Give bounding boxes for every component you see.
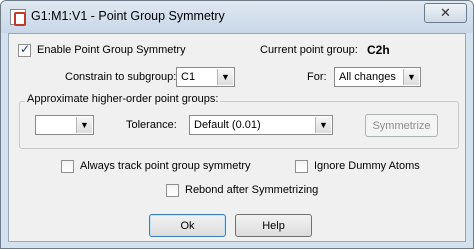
dialog-window: G1:M1:V1 - Point Group Symmetry ✕ Enable… xyxy=(0,0,474,249)
window-title: G1:M1:V1 - Point Group Symmetry xyxy=(31,9,225,23)
for-label: For: xyxy=(307,71,327,83)
always-track-label: Always track point group symmetry xyxy=(80,160,251,172)
constrain-subgroup-label: Constrain to subgroup: xyxy=(65,71,177,83)
ignore-dummy-checkbox[interactable] xyxy=(295,160,308,173)
enable-symmetry-label: Enable Point Group Symmetry xyxy=(37,44,186,56)
close-button[interactable]: ✕ xyxy=(424,3,467,23)
title-bar[interactable]: G1:M1:V1 - Point Group Symmetry ✕ xyxy=(1,1,473,33)
ok-button[interactable]: Ok xyxy=(149,214,226,237)
chevron-down-icon: ▼ xyxy=(403,69,419,85)
current-point-group-label: Current point group: xyxy=(260,44,358,56)
constrain-subgroup-value: C1 xyxy=(181,71,196,83)
symmetrize-button[interactable]: Symmetrize xyxy=(365,114,438,137)
approx-group-dropdown[interactable]: ▼ xyxy=(35,115,94,135)
tolerance-dropdown[interactable]: Default (0.01) ▼ xyxy=(189,115,333,135)
dialog-client-area: Enable Point Group Symmetry Current poin… xyxy=(8,33,466,242)
chevron-down-icon: ▼ xyxy=(217,69,233,85)
rebond-label: Rebond after Symmetrizing xyxy=(185,184,319,196)
tolerance-value: Default (0.01) xyxy=(194,119,261,131)
app-icon xyxy=(10,9,26,26)
approx-groups-title: Approximate higher-order point groups: xyxy=(25,93,221,105)
enable-symmetry-checkbox[interactable] xyxy=(18,42,31,57)
help-button[interactable]: Help xyxy=(235,214,312,237)
for-dropdown[interactable]: All changes ▼ xyxy=(334,67,421,87)
tolerance-label: Tolerance: xyxy=(126,119,177,131)
always-track-checkbox[interactable] xyxy=(61,160,74,173)
chevron-down-icon: ▼ xyxy=(76,117,92,133)
chevron-down-icon: ▼ xyxy=(315,117,331,133)
for-value: All changes xyxy=(339,71,396,83)
rebond-checkbox[interactable] xyxy=(166,184,179,197)
ignore-dummy-label: Ignore Dummy Atoms xyxy=(314,160,420,172)
current-point-group-value: C2h xyxy=(367,43,390,57)
constrain-subgroup-dropdown[interactable]: C1 ▼ xyxy=(176,67,235,87)
close-icon: ✕ xyxy=(440,5,451,20)
